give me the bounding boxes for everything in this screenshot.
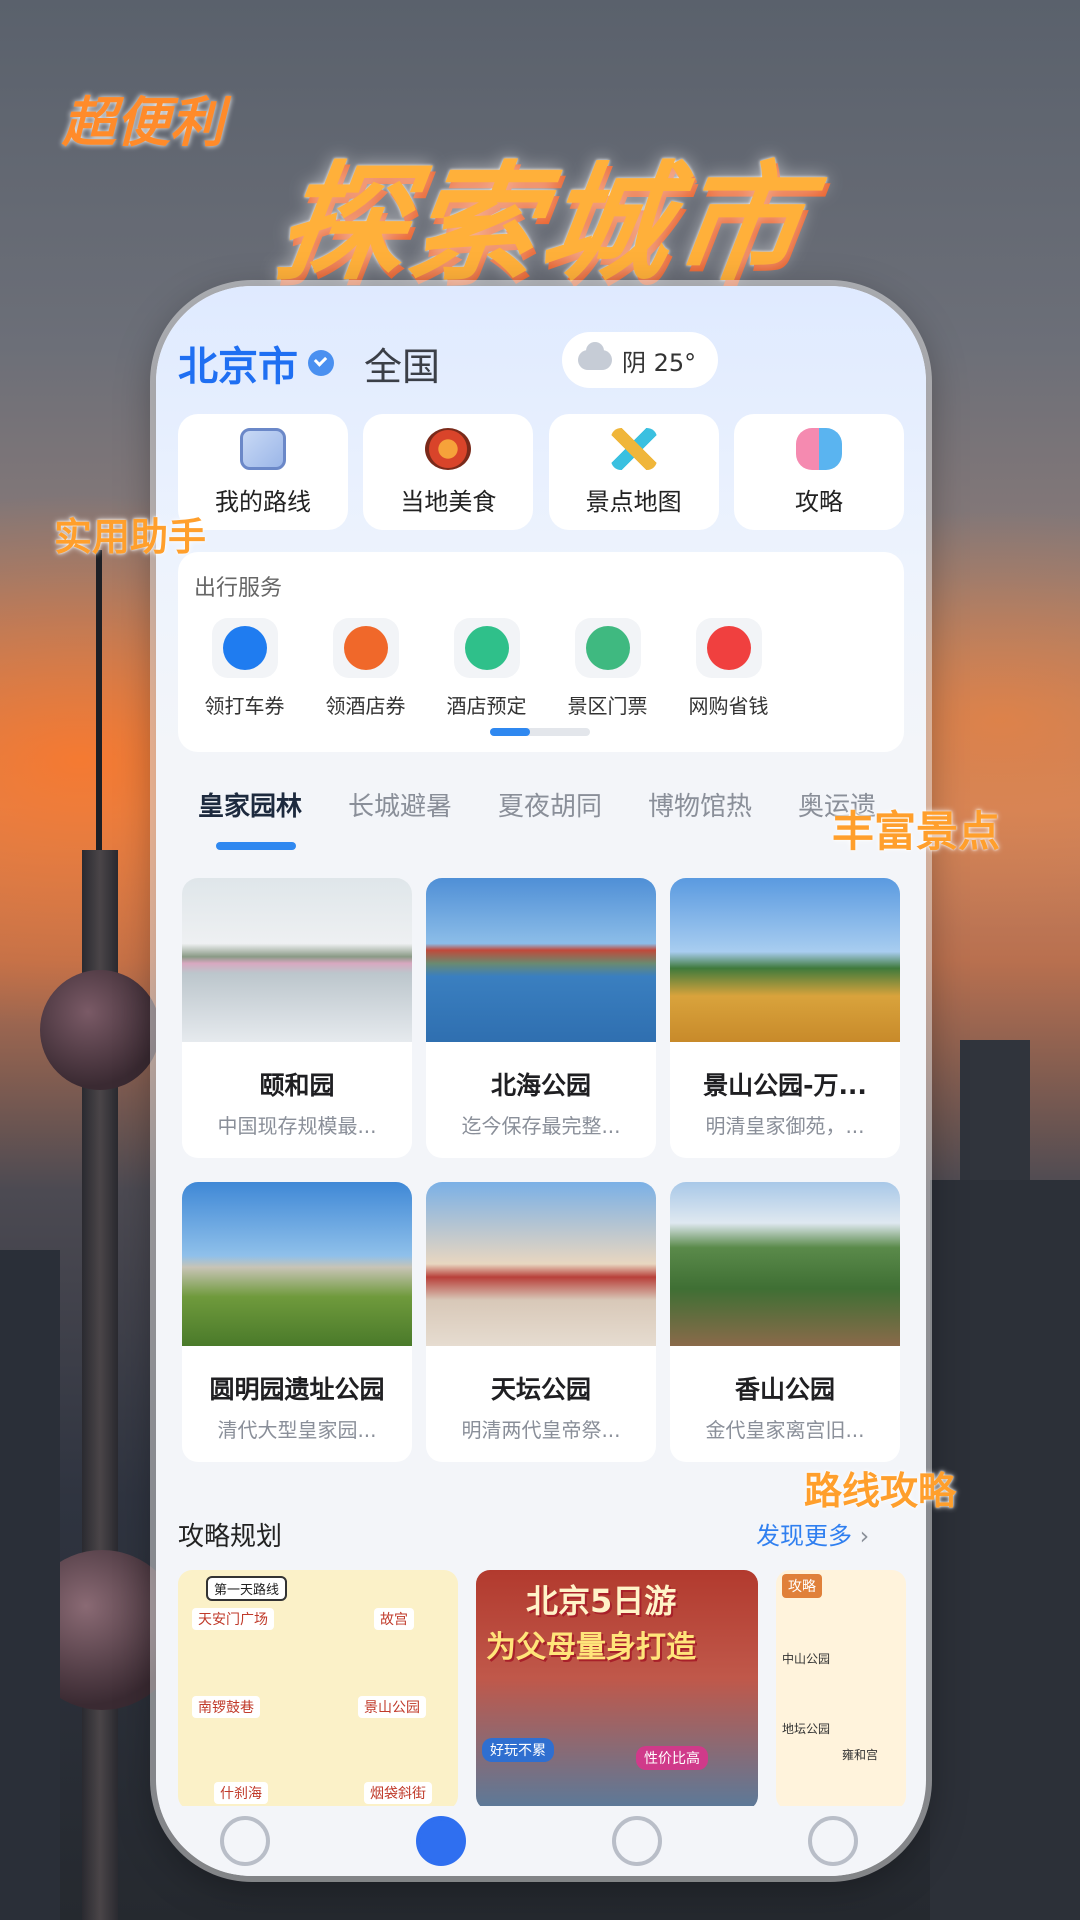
category-tabs: 皇家园林 长城避暑 夏夜胡同 博物馆热 奥运遗 — [178, 786, 926, 850]
plan-stop: 雍和宫 — [842, 1748, 879, 1762]
plan-stop: 中山公园 — [782, 1652, 831, 1666]
tab-royal-gardens[interactable]: 皇家园林 — [198, 786, 302, 823]
service-hotel-booking[interactable]: 酒店预定 — [426, 618, 547, 719]
phone-mockup: 北京市 全国 阴 25° 我的路线 当地美食 景点地图 攻略 出行服务 领打车券… — [156, 286, 926, 1876]
plan-card[interactable]: 攻略 中山公园 地坛公园 雍和宫 — [776, 1570, 906, 1810]
plan-card-heading: 第一天路线 — [206, 1576, 288, 1601]
service-hotel-coupon[interactable]: 领酒店券 — [305, 618, 426, 719]
attraction-card[interactable]: 香山公园 金代皇家离宫旧... — [670, 1182, 900, 1462]
bottom-tab-bar — [156, 1806, 926, 1876]
windmill-icon — [610, 427, 657, 470]
smile-chat-icon — [795, 427, 842, 470]
promo-tag-scenic: 丰富景点 — [832, 807, 1001, 856]
home-tab-icon[interactable] — [220, 1816, 270, 1866]
plan-card[interactable]: 第一天路线 天安门广场 故宫 南锣鼓巷 景山公园 什刹海 烟袋斜街 — [178, 1570, 458, 1810]
plan-stop: 烟袋斜街 — [364, 1782, 432, 1804]
quick-entry-guides[interactable]: 攻略 — [733, 414, 904, 530]
attraction-photo — [670, 1182, 900, 1346]
tab-museums[interactable]: 博物馆热 — [648, 786, 752, 823]
tv-tower-illustration — [22, 550, 182, 1920]
plan-stop: 南锣鼓巷 — [192, 1696, 260, 1718]
cloud-icon — [578, 342, 612, 370]
promo-headline: 探索城市 — [267, 150, 817, 299]
ticket-icon — [585, 626, 630, 670]
attraction-photo — [182, 878, 412, 1042]
service-tickets[interactable]: 景区门票 — [547, 618, 668, 719]
promo-badge-top: 超便利 — [39, 78, 281, 157]
attraction-photo — [670, 878, 900, 1042]
promo-tag-helper: 实用助手 — [54, 515, 207, 559]
building-icon — [464, 626, 509, 670]
building — [930, 1180, 1080, 1920]
shopping-bag-icon — [706, 626, 751, 670]
explore-tab-icon[interactable] — [416, 1816, 466, 1866]
plan-badge: 性价比高 — [636, 1746, 708, 1770]
plan-badge: 好玩不累 — [482, 1738, 554, 1762]
city-selector[interactable]: 北京市 — [178, 334, 298, 392]
quick-entry-scenic-map[interactable]: 景点地图 — [548, 414, 719, 530]
attraction-photo — [426, 878, 656, 1042]
chevron-right-icon: › — [859, 1522, 870, 1550]
message-tab-icon[interactable] — [612, 1816, 662, 1866]
building — [960, 1040, 1030, 1180]
building — [0, 1250, 60, 1920]
quick-entries: 我的路线 当地美食 景点地图 攻略 — [178, 414, 904, 530]
plan-carousel: 第一天路线 天安门广场 故宫 南锣鼓巷 景山公园 什刹海 烟袋斜街 北京5日游 … — [178, 1570, 926, 1810]
profile-tab-icon[interactable] — [808, 1816, 858, 1866]
weather-text: 阴 25° — [622, 348, 697, 377]
service-shopping[interactable]: 网购省钱 — [668, 618, 789, 719]
discover-more-link[interactable]: 发现更多 › — [756, 1516, 869, 1551]
plan-card-subheading: 为父母量身打造 — [486, 1630, 696, 1665]
active-tab-indicator — [216, 842, 296, 850]
page-indicator — [490, 728, 590, 736]
header: 北京市 全国 — [178, 334, 440, 392]
plan-card-heading: 攻略 — [782, 1574, 822, 1598]
plans-section-title: 攻略规划 — [178, 1522, 283, 1552]
plan-stop: 天安门广场 — [192, 1608, 274, 1630]
tab-hutong[interactable]: 夏夜胡同 — [498, 786, 602, 823]
map-route-icon — [240, 427, 286, 470]
attraction-card[interactable]: 颐和园 中国现存规模最... — [182, 878, 412, 1158]
promo-tag-route: 路线攻略 — [804, 1469, 957, 1513]
attraction-card[interactable]: 景山公园-万... 明清皇家御苑，... — [670, 878, 900, 1158]
car-icon — [222, 626, 267, 670]
service-taxi-coupon[interactable]: 领打车券 — [184, 618, 305, 719]
verified-icon — [308, 350, 334, 376]
plan-card[interactable]: 北京5日游 为父母量身打造 好玩不累 性价比高 — [476, 1570, 758, 1810]
attraction-card[interactable]: 圆明园遗址公园 清代大型皇家园... — [182, 1182, 412, 1462]
attraction-card[interactable]: 天坛公园 明清两代皇帝祭... — [426, 1182, 656, 1462]
quick-entry-food[interactable]: 当地美食 — [363, 414, 534, 530]
nation-tab[interactable]: 全国 — [364, 336, 440, 391]
food-icon — [425, 427, 472, 470]
plan-stop: 景山公园 — [358, 1696, 426, 1718]
weather-chip[interactable]: 阴 25° — [562, 332, 719, 388]
plan-card-heading: 北京5日游 — [526, 1582, 677, 1620]
attraction-photo — [426, 1182, 656, 1346]
travel-services: 出行服务 领打车券 领酒店券 酒店预定 景区门票 网购省钱 — [178, 552, 904, 752]
attraction-card[interactable]: 北海公园 迄今保存最完整... — [426, 878, 656, 1158]
plan-stop: 什刹海 — [214, 1782, 268, 1804]
attraction-photo — [182, 1182, 412, 1346]
plan-stop: 地坛公园 — [782, 1722, 831, 1736]
tab-great-wall[interactable]: 长城避暑 — [348, 786, 452, 823]
services-title: 出行服务 — [194, 576, 283, 601]
plan-stop: 故宫 — [374, 1608, 414, 1630]
hotel-coupon-icon — [343, 626, 388, 670]
